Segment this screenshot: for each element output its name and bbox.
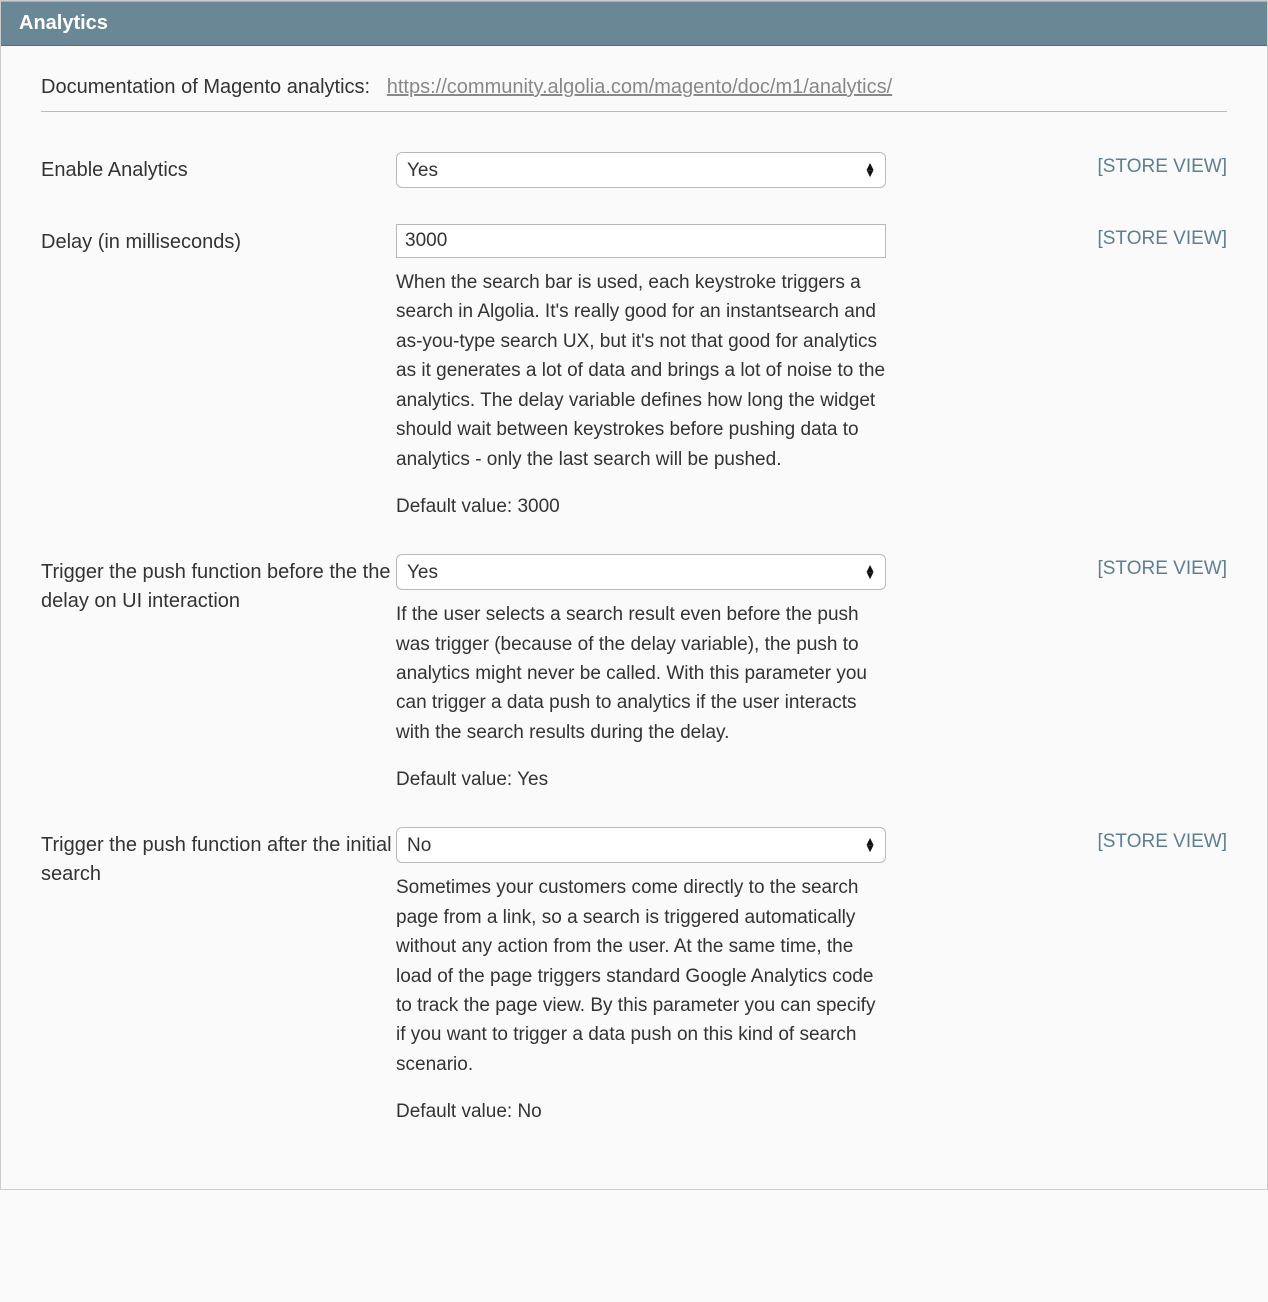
- documentation-link[interactable]: https://community.algolia.com/magento/do…: [387, 76, 892, 98]
- field-row-enable-analytics: Enable Analytics Yes ▲▼ [STORE VIEW]: [41, 152, 1227, 188]
- scope-label: [STORE VIEW]: [886, 554, 1227, 580]
- trigger-before-label: Trigger the push function before the the…: [41, 554, 396, 616]
- delay-help: When the search bar is used, each keystr…: [396, 268, 886, 474]
- trigger-after-control: No ▲▼ Sometimes your customers come dire…: [396, 827, 886, 1123]
- delay-input[interactable]: [396, 224, 886, 258]
- documentation-row: Documentation of Magento analytics: http…: [41, 76, 1227, 112]
- enable-analytics-control: Yes ▲▼: [396, 152, 886, 188]
- scope-label: [STORE VIEW]: [886, 827, 1227, 853]
- field-row-trigger-after: Trigger the push function after the init…: [41, 827, 1227, 1123]
- delay-label: Delay (in milliseconds): [41, 224, 396, 257]
- trigger-before-select[interactable]: Yes: [396, 554, 886, 590]
- documentation-label: Documentation of Magento analytics:: [41, 76, 370, 98]
- panel-body: Documentation of Magento analytics: http…: [1, 46, 1267, 1189]
- enable-analytics-label: Enable Analytics: [41, 152, 396, 185]
- scope-label: [STORE VIEW]: [886, 152, 1227, 178]
- analytics-panel: Analytics Documentation of Magento analy…: [0, 0, 1268, 1190]
- trigger-before-help: If the user selects a search result even…: [396, 600, 886, 747]
- delay-control: When the search bar is used, each keystr…: [396, 224, 886, 518]
- trigger-after-help: Sometimes your customers come directly t…: [396, 873, 886, 1079]
- field-row-trigger-before: Trigger the push function before the the…: [41, 554, 1227, 791]
- trigger-before-default: Default value: Yes: [396, 769, 886, 791]
- delay-default: Default value: 3000: [396, 496, 886, 518]
- select-wrapper: Yes ▲▼: [396, 554, 886, 590]
- enable-analytics-select[interactable]: Yes: [396, 152, 886, 188]
- select-wrapper: Yes ▲▼: [396, 152, 886, 188]
- trigger-after-label: Trigger the push function after the init…: [41, 827, 396, 889]
- trigger-after-default: Default value: No: [396, 1101, 886, 1123]
- select-wrapper: No ▲▼: [396, 827, 886, 863]
- field-row-delay: Delay (in milliseconds) When the search …: [41, 224, 1227, 518]
- panel-title[interactable]: Analytics: [1, 1, 1267, 46]
- trigger-after-select[interactable]: No: [396, 827, 886, 863]
- scope-label: [STORE VIEW]: [886, 224, 1227, 250]
- trigger-before-control: Yes ▲▼ If the user selects a search resu…: [396, 554, 886, 791]
